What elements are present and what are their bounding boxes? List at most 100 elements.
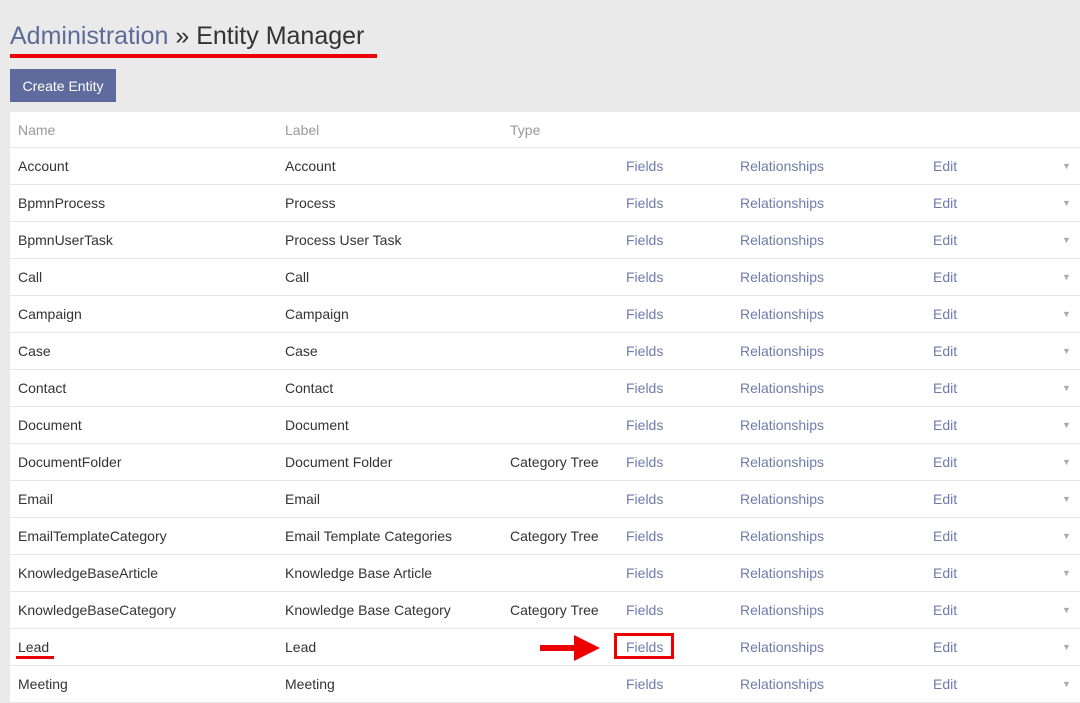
row-dropdown-caret-icon[interactable]: ▼ (1062, 259, 1071, 295)
relationships-link[interactable]: Relationships (740, 185, 824, 221)
annotation-highlight-box (614, 633, 674, 659)
row-dropdown-caret-icon[interactable]: ▼ (1062, 185, 1071, 221)
annotation-underline-lead (16, 656, 54, 659)
edit-link[interactable]: Edit (933, 148, 957, 184)
row-dropdown-caret-icon[interactable]: ▼ (1062, 370, 1071, 406)
edit-link[interactable]: Edit (933, 518, 957, 554)
row-dropdown-caret-icon[interactable]: ▼ (1062, 666, 1071, 702)
column-header-type: Type (510, 122, 541, 138)
edit-link[interactable]: Edit (933, 481, 957, 517)
relationships-link[interactable]: Relationships (740, 592, 824, 628)
relationships-link[interactable]: Relationships (740, 666, 824, 702)
entity-label: Document Folder (285, 454, 393, 470)
relationships-link[interactable]: Relationships (740, 518, 824, 554)
entity-label: Knowledge Base Article (285, 565, 433, 581)
relationships-link[interactable]: Relationships (740, 407, 824, 443)
fields-link[interactable]: Fields (626, 185, 663, 221)
fields-link[interactable]: Fields (626, 592, 663, 628)
edit-link[interactable]: Edit (933, 185, 957, 221)
row-dropdown-caret-icon[interactable]: ▼ (1062, 444, 1071, 480)
entity-label: Email Template Categories (285, 528, 453, 544)
fields-link[interactable]: Fields (626, 444, 663, 480)
fields-link[interactable]: Fields (626, 222, 663, 258)
entity-name: Email (18, 491, 54, 507)
row-dropdown-caret-icon[interactable]: ▼ (1062, 333, 1071, 369)
entity-type: Category Tree (510, 602, 599, 618)
fields-link[interactable]: Fields (626, 407, 663, 443)
row-dropdown-caret-icon[interactable]: ▼ (1062, 629, 1071, 665)
entity-label: Account (285, 158, 336, 174)
row-dropdown-caret-icon[interactable]: ▼ (1062, 481, 1071, 517)
entity-name: Campaign (18, 306, 82, 322)
table-row: DocumentFolder Document Folder Category Tr… (10, 444, 1080, 481)
table-row: BpmnProcess Process Fields Relationships Edi… (10, 185, 1080, 222)
edit-link[interactable]: Edit (933, 555, 957, 591)
edit-link[interactable]: Edit (933, 259, 957, 295)
row-dropdown-caret-icon[interactable]: ▼ (1062, 148, 1071, 184)
fields-link[interactable]: Fields (626, 148, 663, 184)
edit-link[interactable]: Edit (933, 222, 957, 258)
page-title: Administration » Entity Manager (10, 22, 364, 51)
edit-link[interactable]: Edit (933, 592, 957, 628)
edit-link[interactable]: Edit (933, 444, 957, 480)
entity-label: Process User Task (285, 232, 402, 248)
fields-link[interactable]: Fields (626, 370, 663, 406)
fields-link[interactable]: Fields (626, 666, 663, 702)
entity-name: EmailTemplateCategory (18, 528, 167, 544)
create-entity-button[interactable]: Create Entity (10, 69, 116, 102)
entity-table: Name Label Type Account Account Fields Rela… (10, 112, 1080, 703)
relationships-link[interactable]: Relationships (740, 481, 824, 517)
entity-name: DocumentFolder (18, 454, 122, 470)
fields-link[interactable]: Fields (626, 333, 663, 369)
table-row: Document Document Fields Relationships Edit ▼ (10, 407, 1080, 444)
table-row: BpmnUserTask Process User Task Fields Relat… (10, 222, 1080, 259)
relationships-link[interactable]: Relationships (740, 444, 824, 480)
relationships-link[interactable]: Relationships (740, 333, 824, 369)
relationships-link[interactable]: Relationships (740, 629, 824, 665)
table-row: EmailTemplateCategory Email Template Cate… (10, 518, 1080, 555)
entity-name: Call (18, 269, 43, 285)
table-row: KnowledgeBaseArticle Knowledge Base Artic… (10, 555, 1080, 592)
relationships-link[interactable]: Relationships (740, 222, 824, 258)
edit-link[interactable]: Edit (933, 629, 957, 665)
row-dropdown-caret-icon[interactable]: ▼ (1062, 296, 1071, 332)
table-row: Contact Contact Fields Relationships Edit ▼ (10, 370, 1080, 407)
breadcrumb-separator: » (175, 22, 190, 50)
entity-name: Meeting (18, 676, 68, 692)
row-dropdown-caret-icon[interactable]: ▼ (1062, 555, 1071, 591)
edit-link[interactable]: Edit (933, 370, 957, 406)
row-dropdown-caret-icon[interactable]: ▼ (1062, 222, 1071, 258)
entity-label: Case (285, 343, 318, 359)
row-dropdown-caret-icon[interactable]: ▼ (1062, 592, 1071, 628)
relationships-link[interactable]: Relationships (740, 296, 824, 332)
breadcrumb-administration-link[interactable]: Administration (10, 22, 168, 50)
fields-link[interactable]: Fields (626, 296, 663, 332)
relationships-link[interactable]: Relationships (740, 370, 824, 406)
fields-link[interactable]: Fields (626, 555, 663, 591)
entity-name: BpmnProcess (18, 195, 106, 211)
column-header-name: Name (18, 122, 56, 138)
table-row: Account Account Fields Relationships Edit ▼ (10, 148, 1080, 185)
row-dropdown-caret-icon[interactable]: ▼ (1062, 518, 1071, 554)
fields-link[interactable]: Fields (626, 481, 663, 517)
annotation-arrow-icon (540, 635, 600, 661)
entity-label: Campaign (285, 306, 349, 322)
table-row: Case Case Fields Relationships Edit ▼ (10, 333, 1080, 370)
entity-name: Document (18, 417, 82, 433)
entity-name: Account (18, 158, 69, 174)
row-dropdown-caret-icon[interactable]: ▼ (1062, 407, 1071, 443)
entity-label: Call (285, 269, 310, 285)
entity-name: Lead (18, 639, 50, 655)
relationships-link[interactable]: Relationships (740, 259, 824, 295)
entity-type: Category Tree (510, 528, 599, 544)
entity-label: Document (285, 417, 349, 433)
relationships-link[interactable]: Relationships (740, 148, 824, 184)
fields-link[interactable]: Fields (626, 259, 663, 295)
edit-link[interactable]: Edit (933, 296, 957, 332)
edit-link[interactable]: Edit (933, 666, 957, 702)
edit-link[interactable]: Edit (933, 333, 957, 369)
annotation-underline (10, 54, 377, 58)
fields-link[interactable]: Fields (626, 518, 663, 554)
edit-link[interactable]: Edit (933, 407, 957, 443)
relationships-link[interactable]: Relationships (740, 555, 824, 591)
